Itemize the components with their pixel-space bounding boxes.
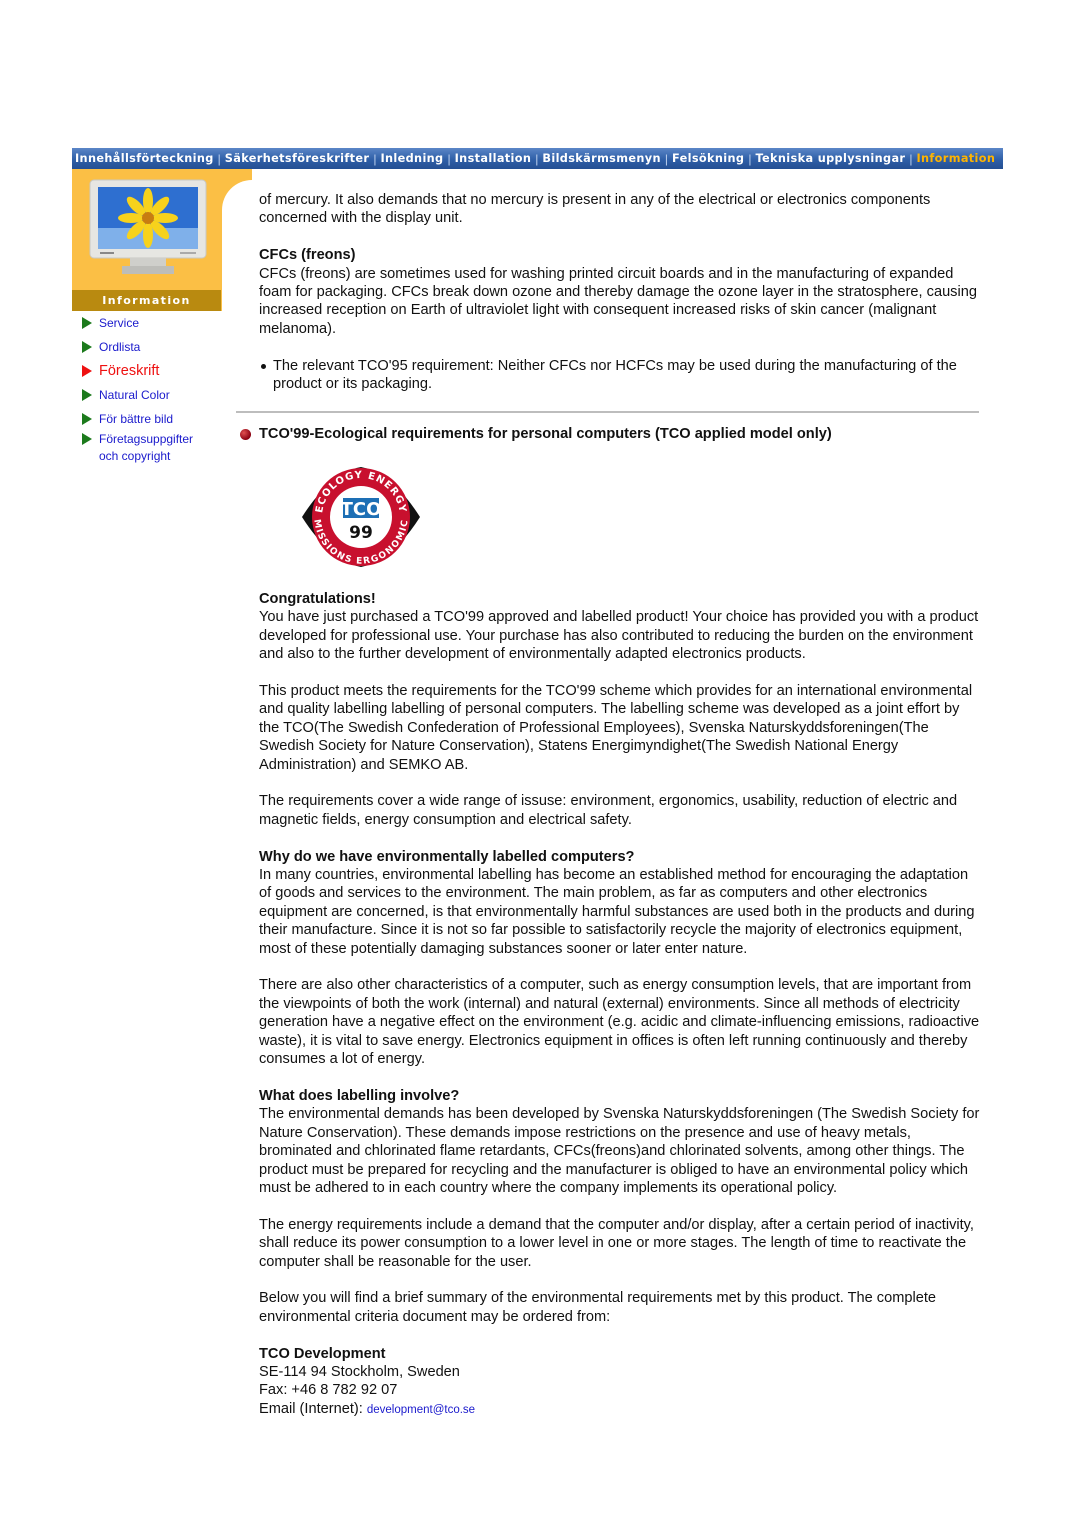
sidebar-item-label: Ordlista: [99, 340, 141, 354]
bullet-icon: [261, 363, 266, 369]
logo-brand: TCO: [341, 499, 382, 520]
sidebar-item-label: För bättre bild: [99, 412, 174, 426]
tco99-section-heading: TCO'99-Ecological requirements for perso…: [240, 426, 832, 442]
sidebar-item-foreskrift[interactable]: Föreskrift: [82, 363, 232, 380]
top-nav-bar: Innehållsförteckning | Säkerhetsföreskri…: [72, 148, 1003, 169]
congrats-heading: Congratulations!: [259, 591, 376, 607]
cfc-requirement-text: The relevant TCO'95 requirement: Neither…: [273, 357, 957, 393]
nav-sakerhetsforeskrifter[interactable]: Säkerhetsföreskrifter: [222, 152, 373, 165]
arrow-right-icon: [82, 433, 92, 445]
contact-name: TCO Development: [259, 1345, 386, 1362]
logo-number: 99: [349, 523, 373, 543]
sidebar-item-label: Natural Color: [99, 388, 170, 402]
sidebar-item-service[interactable]: Service: [82, 315, 232, 332]
mercury-paragraph: of mercury. It also demands that no merc…: [259, 192, 931, 227]
congrats-paragraph: You have just purchased a TCO'99 approve…: [259, 609, 979, 663]
email-link[interactable]: development@tco.se: [367, 1404, 475, 1416]
main-content-upper: of mercury. It also demands that no merc…: [259, 191, 979, 393]
contact-fax: Fax: +46 8 782 92 07: [259, 1382, 398, 1399]
arrow-right-icon: [82, 317, 92, 329]
sidebar-item-label: Service: [99, 316, 140, 330]
involve-heading: What does labelling involve?: [259, 1087, 460, 1104]
sidebar-item-for-battre-bild[interactable]: För bättre bild: [82, 411, 232, 428]
involve-paragraph: The environmental demands has been devel…: [259, 1106, 980, 1196]
monitor-image: [89, 179, 207, 274]
summary-paragraph: Below you will find a brief summary of t…: [259, 1290, 937, 1325]
sidebar-item-foretagsuppgifter[interactable]: Företagsuppgifter och copyright: [82, 431, 232, 465]
tco99-logo: ECOLOGY ENERGY EMISSIONS ERGONOMICS TCO …: [300, 465, 420, 567]
range-paragraph: The requirements cover a wide range of i…: [259, 793, 958, 828]
nav-felsokning[interactable]: Felsökning: [669, 152, 747, 165]
contact-address: SE-114 94 Stockholm, Sweden: [259, 1363, 460, 1380]
sidebar-banner: Information: [72, 290, 221, 311]
why-paragraph: In many countries, environmental labelli…: [259, 867, 975, 957]
cfc-paragraph: CFCs (freons) are sometimes used for was…: [259, 265, 977, 337]
section-divider: [236, 411, 979, 413]
nav-installation[interactable]: Installation: [452, 152, 535, 165]
nav-tekniska-upplysningar[interactable]: Tekniska upplysningar: [752, 152, 908, 165]
why-heading: Why do we have environmentally labelled …: [259, 848, 635, 865]
nav-bildskarmsmenyn[interactable]: Bildskärmsmenyn: [539, 152, 664, 165]
scheme-paragraph: This product meets the requirements for …: [259, 683, 973, 773]
nav-information[interactable]: Information: [913, 152, 998, 165]
main-content-lower: Congratulations! You have just purchased…: [259, 590, 981, 1419]
arrow-right-icon: [82, 365, 92, 377]
arrow-right-icon: [82, 341, 92, 353]
energy-requirements-paragraph: The energy requirements include a demand…: [259, 1216, 974, 1270]
nav-inledning[interactable]: Inledning: [377, 152, 446, 165]
cfc-heading: CFCs (freons): [259, 247, 356, 264]
sidebar-item-ordlista[interactable]: Ordlista: [82, 339, 232, 356]
sidebar-menu: Service Ordlista Föreskrift Natural Colo…: [82, 315, 232, 472]
contact-email-label: Email (Internet):: [259, 1400, 367, 1417]
arrow-right-icon: [82, 413, 92, 425]
sidebar-item-label: Föreskrift: [99, 363, 160, 379]
tco99-heading-text: TCO'99-Ecological requirements for perso…: [259, 426, 832, 442]
cfc-requirement: The relevant TCO'95 requirement: Neither…: [259, 357, 979, 394]
sidebar-item-label: Företagsuppgifter och copyright: [99, 432, 194, 463]
arrow-right-icon: [82, 389, 92, 401]
contact-email-line: Email (Internet): development@tco.se: [259, 1400, 981, 1419]
sidebar-item-natural-color[interactable]: Natural Color: [82, 387, 232, 404]
nav-innehallsforteckning[interactable]: Innehållsförteckning: [72, 152, 217, 165]
energy-paragraph: There are also other characteristics of …: [259, 977, 980, 1068]
bullet-ball-icon: [240, 428, 251, 440]
